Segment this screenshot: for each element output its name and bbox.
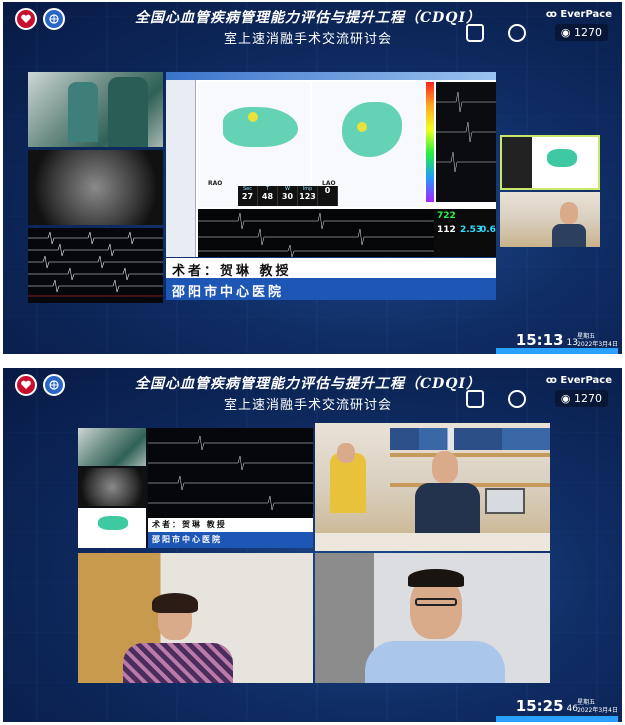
page-subtitle: 室上速消融手术交流研讨会 bbox=[223, 32, 392, 47]
weekday: 星期五 bbox=[577, 699, 596, 706]
globe-logo-icon bbox=[43, 374, 65, 396]
page-title: 全国心血管疾病管理能力评估与提升工程（CDQI） bbox=[134, 376, 482, 392]
surgeon-caption: 术者：贺琳 教授 bbox=[166, 258, 496, 279]
remote-participant-woman-video[interactable] bbox=[78, 553, 313, 683]
hospital-caption: 邵阳市中心医院 bbox=[148, 532, 313, 548]
glasses-icon bbox=[415, 598, 457, 606]
weekday: 星期五 bbox=[577, 333, 596, 340]
mini-chamber bbox=[98, 516, 128, 530]
everpace-icon: ꝏ bbox=[545, 375, 561, 386]
doctor-body bbox=[415, 483, 480, 538]
readout-a: 2.53 bbox=[460, 225, 483, 235]
readout-bp: 112 bbox=[437, 225, 456, 235]
livestream-panel-1: 全国心血管疾病管理能力评估与提升工程（CDQI） 室上速消融手术交流研讨会 ꝏ … bbox=[3, 2, 622, 354]
value-watt: W 30 bbox=[278, 186, 298, 206]
desk bbox=[315, 533, 550, 551]
brand-name: EverPace bbox=[560, 375, 612, 386]
mini-mapping bbox=[78, 508, 146, 548]
rao-label: RAO bbox=[208, 180, 223, 187]
thumbnail-chamber bbox=[547, 149, 577, 167]
assistant-figure bbox=[108, 77, 148, 147]
eye-icon: ◉ bbox=[560, 26, 574, 39]
intracardiac-signal-panel bbox=[436, 82, 496, 202]
readout-hr: 722 bbox=[437, 211, 456, 221]
livestream-panel-2: 全国心血管疾病管理能力评估与提升工程（CDQI） 室上速消融手术交流研讨会 ꝏ … bbox=[3, 368, 622, 722]
monitor bbox=[485, 488, 525, 514]
vitals-readout: 722 112 2.53 0.67 bbox=[434, 209, 496, 257]
woman-patterned-shirt bbox=[123, 643, 233, 683]
mini-fluoroscopy bbox=[78, 468, 146, 506]
woman-face bbox=[337, 443, 355, 463]
clock-time: 15:13 13 bbox=[516, 331, 578, 349]
surgeon-caption: 术者：贺琳 教授 bbox=[148, 518, 313, 532]
mapping-toolbar bbox=[166, 72, 496, 80]
clock-date: 星期五 2022年3月4日 bbox=[577, 333, 618, 349]
value-sec: Sec 27 bbox=[238, 186, 258, 206]
globe-logo-icon bbox=[43, 8, 65, 30]
page-subtitle: 室上速消融手术交流研讨会 bbox=[223, 398, 392, 413]
thumbnail-remote-doctor-video[interactable] bbox=[500, 192, 600, 247]
heart-logo-icon bbox=[15, 374, 37, 396]
page-title: 全国心血管疾病管理能力评估与提升工程（CDQI） bbox=[134, 10, 482, 26]
share-icon[interactable] bbox=[508, 390, 526, 408]
lao-chamber-shape bbox=[342, 102, 402, 157]
clock-time: 15:25 46 bbox=[516, 697, 578, 715]
mapping-system-screen: RAO LAO Sec 27 T 48 W 30 Imp 123 0 722 112 2… bbox=[166, 72, 496, 257]
operating-room-video bbox=[28, 72, 163, 147]
rao-ablation-point bbox=[248, 112, 258, 122]
ecg-recording-video bbox=[28, 228, 163, 303]
man-hair bbox=[408, 569, 464, 587]
brand-logo: ꝏ EverPace bbox=[546, 375, 612, 386]
viewer-count-value: 1270 bbox=[574, 392, 602, 405]
home-icon[interactable] bbox=[466, 24, 484, 42]
surface-ecg-strip bbox=[198, 209, 434, 257]
thumbnail-face bbox=[560, 202, 578, 224]
brand-logo: ꝏ EverPace bbox=[546, 9, 612, 20]
remote-participant-man-video[interactable] bbox=[315, 553, 550, 683]
color-scale-bar bbox=[426, 82, 434, 202]
value-temp: T 48 bbox=[258, 186, 278, 206]
hospital-caption: 邵阳市中心医院 bbox=[166, 278, 496, 300]
shelf-board bbox=[390, 453, 550, 457]
clock-date: 星期五 2022年3月4日 bbox=[577, 699, 618, 715]
ablation-values: Sec 27 T 48 W 30 Imp 123 0 bbox=[238, 186, 338, 206]
home-icon[interactable] bbox=[466, 390, 484, 408]
thumbnail-ecg bbox=[502, 137, 532, 188]
surgeon-figure bbox=[68, 82, 98, 142]
heart-logo-icon bbox=[15, 8, 37, 30]
clock-hm: 15:25 bbox=[515, 697, 564, 715]
bookshelf-top bbox=[390, 428, 550, 450]
mini-operating-room bbox=[78, 428, 146, 466]
man-light-blue-shirt bbox=[365, 641, 505, 683]
thumbnail-body bbox=[552, 224, 586, 247]
progress-bar bbox=[496, 716, 618, 722]
progress-bar bbox=[496, 348, 618, 354]
surgery-composite-video[interactable]: 术者：贺琳 教授 邵阳市中心医院 bbox=[78, 428, 313, 548]
rao-chamber-shape bbox=[223, 107, 298, 147]
readout-b: 0.67 bbox=[480, 225, 496, 235]
office-meeting-video[interactable] bbox=[315, 423, 550, 551]
mapping-side-panel bbox=[166, 80, 196, 257]
everpace-icon: ꝏ bbox=[545, 9, 561, 20]
lao-ablation-point bbox=[357, 122, 367, 132]
eye-icon: ◉ bbox=[560, 392, 574, 405]
brand-name: EverPace bbox=[560, 9, 612, 20]
fluoroscopy-video bbox=[28, 150, 163, 225]
viewer-count: ◉ 1270 bbox=[554, 24, 608, 41]
woman-hair bbox=[152, 593, 198, 613]
thumbnail-mapping-video[interactable] bbox=[500, 135, 600, 190]
value-extra: 0 bbox=[318, 186, 338, 206]
viewer-count: ◉ 1270 bbox=[554, 390, 608, 407]
clock-hm: 15:13 bbox=[515, 331, 564, 349]
viewer-count-value: 1270 bbox=[574, 26, 602, 39]
mini-ecg bbox=[148, 428, 313, 518]
value-imp: Imp 123 bbox=[298, 186, 318, 206]
doctor-face bbox=[432, 451, 458, 483]
date: 2022年3月4日 bbox=[577, 707, 618, 714]
share-icon[interactable] bbox=[508, 24, 526, 42]
